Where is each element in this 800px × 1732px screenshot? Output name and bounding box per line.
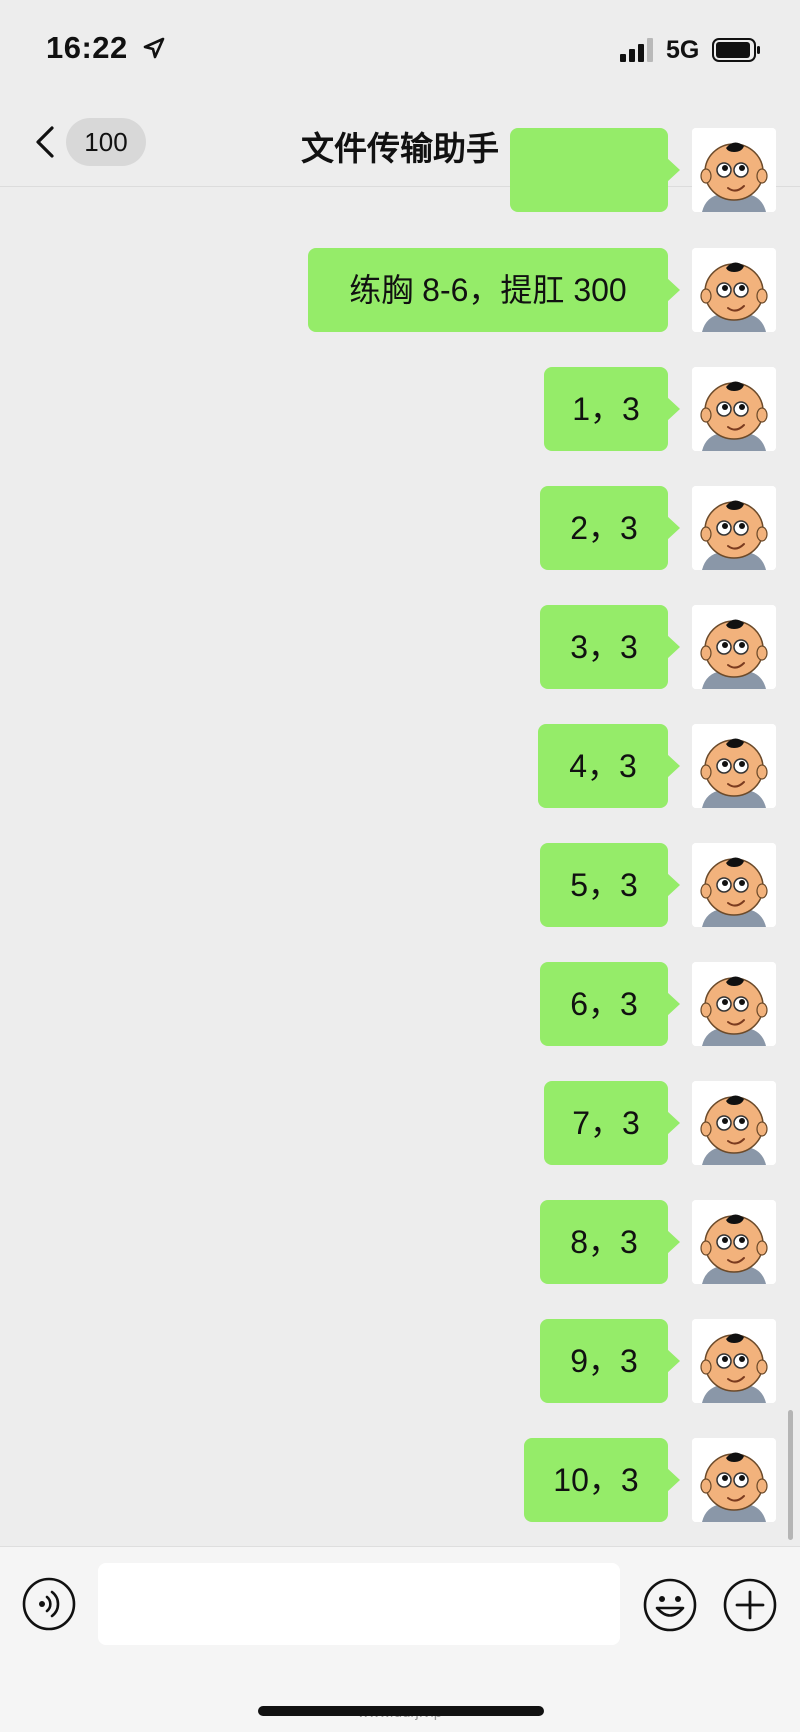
message-row: 7，3 bbox=[0, 1081, 800, 1165]
message-bubble[interactable]: 3，3 bbox=[540, 605, 680, 689]
message-bubble[interactable]: 2，3 bbox=[540, 486, 680, 570]
avatar[interactable] bbox=[692, 605, 776, 689]
message-input[interactable] bbox=[98, 1563, 620, 1645]
message-bubble[interactable]: 1，3 bbox=[544, 367, 680, 451]
network-type: 5G bbox=[666, 36, 700, 64]
message-row: 2，3 bbox=[0, 486, 800, 570]
message-bubble[interactable] bbox=[510, 128, 680, 212]
message-bubble[interactable]: 4，3 bbox=[538, 724, 680, 808]
message-row: 3，3 bbox=[0, 605, 800, 689]
emoji-icon[interactable] bbox=[642, 1577, 698, 1633]
avatar[interactable] bbox=[692, 367, 776, 451]
avatar[interactable] bbox=[692, 128, 776, 212]
avatar[interactable] bbox=[692, 1081, 776, 1165]
message-bubble[interactable]: 6，3 bbox=[540, 962, 680, 1046]
avatar[interactable] bbox=[692, 843, 776, 927]
avatar[interactable] bbox=[692, 962, 776, 1046]
message-bubble[interactable]: 练胸 8-6，提肛 300 bbox=[308, 248, 680, 332]
status-bar: 16:22 5G bbox=[0, 0, 800, 100]
message-row: 8，3 bbox=[0, 1200, 800, 1284]
location-arrow-icon bbox=[143, 37, 165, 59]
input-bar: www.ddrj.vip bbox=[0, 1546, 800, 1732]
scrollbar[interactable] bbox=[788, 1410, 793, 1540]
plus-icon[interactable] bbox=[722, 1577, 778, 1633]
message-bubble[interactable]: 8，3 bbox=[540, 1200, 680, 1284]
avatar[interactable] bbox=[692, 1319, 776, 1403]
signal-icon bbox=[620, 38, 653, 62]
avatar[interactable] bbox=[692, 486, 776, 570]
message-row bbox=[0, 128, 800, 212]
avatar[interactable] bbox=[692, 1438, 776, 1522]
avatar[interactable] bbox=[692, 1200, 776, 1284]
message-row: 5，3 bbox=[0, 843, 800, 927]
message-row: 6，3 bbox=[0, 962, 800, 1046]
avatar[interactable] bbox=[692, 248, 776, 332]
avatar[interactable] bbox=[692, 724, 776, 808]
battery-icon bbox=[712, 38, 760, 62]
voice-icon[interactable] bbox=[22, 1577, 76, 1631]
message-row: 10，3 bbox=[0, 1438, 800, 1522]
message-bubble[interactable]: 9，3 bbox=[540, 1319, 680, 1403]
message-row: 1，3 bbox=[0, 367, 800, 451]
message-bubble[interactable]: 5，3 bbox=[540, 843, 680, 927]
message-row: 9，3 bbox=[0, 1319, 800, 1403]
message-row: 4，3 bbox=[0, 724, 800, 808]
home-indicator bbox=[258, 1706, 544, 1716]
status-time: 16:22 bbox=[46, 30, 128, 65]
message-bubble[interactable]: 7，3 bbox=[544, 1081, 680, 1165]
message-bubble[interactable]: 10，3 bbox=[524, 1438, 680, 1522]
message-row: 练胸 8-6，提肛 300 bbox=[0, 248, 800, 332]
